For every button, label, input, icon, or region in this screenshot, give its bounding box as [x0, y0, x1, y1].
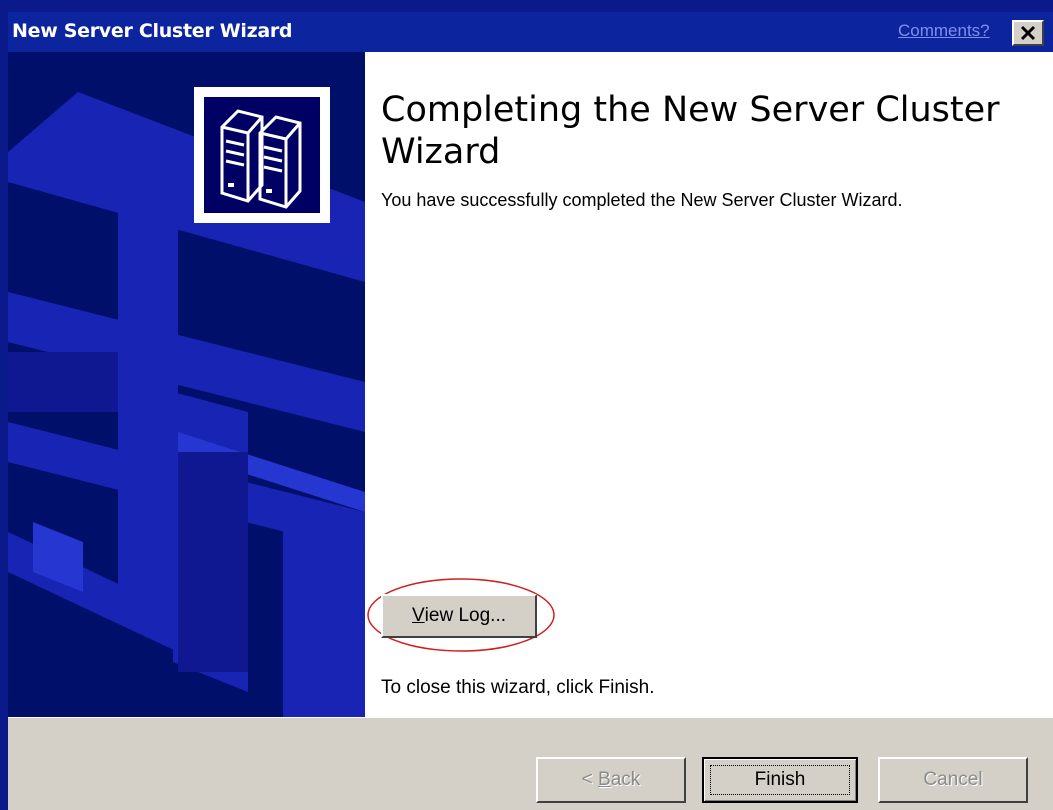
- finish-button[interactable]: Finish: [702, 757, 858, 803]
- page-heading: Completing the New Server Cluster Wizard: [381, 90, 1000, 172]
- view-log-label: iew Log...: [424, 605, 506, 626]
- focus-rect: [710, 765, 850, 795]
- close-icon: [1020, 25, 1036, 41]
- back-label: ack: [610, 769, 641, 790]
- comments-link[interactable]: Comments?: [898, 21, 990, 41]
- wizard-window: New Server Cluster Wizard Comments? Comp…: [8, 12, 1053, 810]
- view-log-button[interactable]: View Log...: [381, 594, 537, 638]
- server-cluster-icon: [194, 87, 330, 223]
- title-bar: New Server Cluster Wizard Comments?: [8, 12, 1053, 52]
- back-mnemonic: B: [598, 769, 611, 790]
- cancel-label: Cancel: [923, 769, 983, 790]
- view-log-mnemonic: V: [411, 605, 425, 626]
- close-button[interactable]: [1012, 20, 1044, 46]
- window-title: New Server Cluster Wizard: [12, 20, 293, 42]
- wizard-body: Completing the New Server Cluster Wizard…: [8, 52, 1053, 717]
- page-description: You have successfully completed the New …: [381, 190, 903, 210]
- back-prefix: <: [581, 769, 599, 790]
- button-bar: < Back Finish Cancel: [8, 717, 1053, 810]
- back-button[interactable]: < Back: [536, 757, 686, 803]
- cancel-button[interactable]: Cancel: [878, 757, 1028, 803]
- wizard-banner-graphic: [8, 52, 365, 717]
- close-instruction: To close this wizard, click Finish.: [381, 677, 655, 698]
